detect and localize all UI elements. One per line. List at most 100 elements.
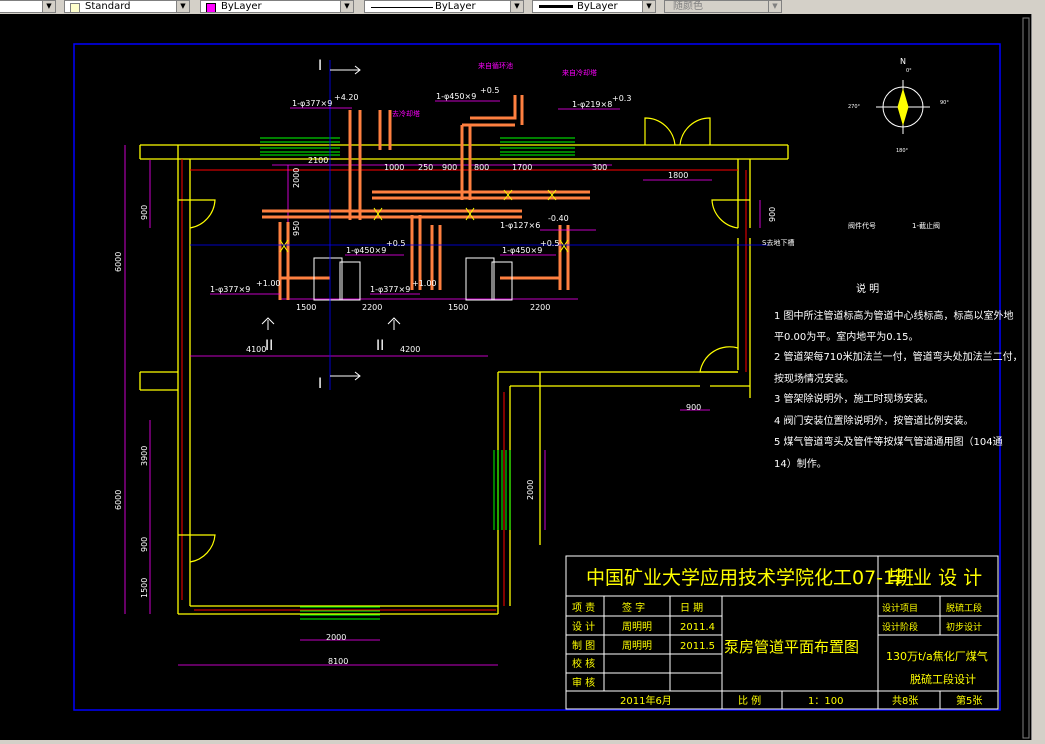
note-1a: 1 图中所注管道标高为管道中心线标高，标高以室外地: [774, 309, 1014, 322]
pipe-label-3: 1-φ219×8: [572, 100, 612, 109]
row-design: 设 计: [572, 620, 595, 633]
toolbar-left-stub[interactable]: ▼: [0, 0, 56, 13]
text-style-icon: [70, 3, 80, 12]
section-mark-top: I: [318, 58, 322, 74]
dim-900-left-bottom: 900: [140, 537, 149, 552]
sign-design: 周明明: [622, 621, 652, 633]
note-5a: 5 煤气管道弯头及管件等按煤气管道通用图（104通: [774, 435, 1003, 448]
chevron-down-icon[interactable]: ▼: [642, 1, 655, 12]
stage-label: 设计阶段: [882, 621, 918, 633]
dim-2200-left: 2200: [362, 303, 382, 312]
chevron-down-icon[interactable]: ▼: [510, 1, 523, 12]
total-sheets: 共8张: [892, 695, 918, 707]
dim-1800: 1800: [668, 171, 688, 180]
plant-line-2: 脱硫工段设计: [910, 672, 976, 686]
pipe-label-2: 1-φ450×9: [436, 92, 476, 101]
pipe-elev-6: +0.5: [540, 239, 559, 248]
dim-2000-bottom: 2000: [326, 633, 346, 642]
building-walls: [139, 144, 789, 615]
angle-270: 270°: [848, 104, 861, 110]
date-draw: 2011.5: [680, 641, 715, 652]
plot-style-value: 随颜色: [673, 1, 703, 12]
dim-900-left-top: 900: [140, 205, 149, 220]
col-date: 日 期: [680, 602, 703, 614]
wall-inner-lines: [181, 159, 747, 611]
dim-900-door: 900: [686, 403, 701, 412]
date-bottom: 2011年6月: [620, 694, 672, 707]
title-project-type: 毕 业 设 计: [888, 567, 982, 589]
color-select[interactable]: ByLayer ▼: [200, 0, 354, 13]
linetype-select[interactable]: ByLayer ▼: [364, 0, 524, 13]
col-sign: 签 字: [622, 601, 645, 614]
pipe-network: [262, 95, 590, 300]
dim-6000-lower: 6000: [114, 490, 123, 510]
command-line[interactable]: [0, 740, 1045, 744]
date-design: 2011.4: [680, 622, 715, 633]
text-style-value: Standard: [85, 1, 131, 12]
section-mark-bottom: I: [318, 376, 322, 392]
vertical-scrollbar[interactable]: [1031, 14, 1045, 740]
color-swatch: [206, 3, 216, 12]
dim-250: 250: [418, 163, 433, 172]
dim-800: 800: [474, 163, 489, 172]
dim-2100: 2100: [308, 156, 328, 165]
scale-value: 1：100: [808, 696, 843, 707]
drawing-svg: 2100 1000 250 900 800 1700 300 1800 2000…: [73, 17, 1030, 739]
dim-3900: 3900: [140, 446, 149, 466]
pipe-label-8: 1-φ377×9: [370, 285, 410, 294]
pipe-label-4: 1-φ127×6: [500, 221, 540, 230]
pipe-label-7: 1-φ377×9: [210, 285, 250, 294]
label-from-recycle: 来自循环池: [478, 61, 513, 70]
sign-draw: 周明明: [622, 640, 652, 652]
dim-4200: 4200: [400, 345, 420, 354]
row-lead: 项 责: [572, 601, 595, 614]
item-label: 设计项目: [882, 602, 918, 614]
chevron-down-icon[interactable]: ▼: [42, 1, 55, 12]
angle-90: 90°: [940, 100, 949, 106]
stage-value: 初步设计: [946, 621, 982, 633]
pipe-label-5: 1-φ450×9: [346, 246, 386, 255]
dim-300: 300: [592, 163, 607, 172]
label-to-pool: 去冷却塔: [392, 109, 420, 118]
dim-1000: 1000: [384, 163, 404, 172]
pipe-elev-1: +4.20: [334, 93, 359, 102]
lineweight-value: ByLayer: [577, 1, 618, 12]
drawing-canvas[interactable]: 2100 1000 250 900 800 1700 300 1800 2000…: [0, 14, 1031, 740]
pipe-elev-4: -0.40: [548, 214, 569, 223]
item-value: 脱硫工段: [946, 602, 982, 614]
angle-0: 0°: [906, 68, 912, 74]
note-4: 4 阀门安装位置除说明外，按管道比例安装。: [774, 414, 974, 427]
north-label: N: [900, 57, 906, 66]
legend-name: 1-截止阀: [912, 221, 940, 230]
label-from-cool: 来自冷却塔: [562, 68, 597, 77]
dim-1500-left-side: 1500: [140, 578, 149, 598]
plant-line-1: 130万t/a焦化厂煤气: [886, 649, 988, 663]
lineweight-preview: [539, 5, 573, 8]
pipe-elev-7: +1.00: [256, 279, 281, 288]
row-check: 校 核: [572, 657, 595, 670]
angle-180: 180°: [896, 148, 909, 154]
chevron-down-icon[interactable]: ▼: [176, 1, 189, 12]
dim-2200-right: 2200: [530, 303, 550, 312]
chevron-down-icon[interactable]: ▼: [768, 1, 781, 12]
dim-900-top: 900: [442, 163, 457, 172]
dim-1500-left: 1500: [296, 303, 316, 312]
note-2a: 2 管道架每710米加法兰一付，管道弯头处加法兰二付，: [774, 350, 1023, 363]
dim-900-right: 900: [768, 207, 777, 222]
legend-code: 阀件代号: [848, 221, 876, 230]
doors: [178, 117, 750, 563]
chevron-down-icon[interactable]: ▼: [340, 1, 353, 12]
dim-2000-pipe: 2000: [292, 168, 301, 188]
lineweight-select[interactable]: ByLayer ▼: [532, 0, 656, 13]
linetype-preview: [371, 7, 433, 8]
pipe-label-6: 1-φ450×9: [502, 246, 542, 255]
row-draw: 制 图: [572, 639, 595, 652]
dim-2000-window: 2000: [526, 480, 535, 500]
pipe-label-1: 1-φ377×9: [292, 99, 332, 108]
drawing-name: 泵房管道平面布置图: [724, 638, 859, 656]
plot-style-select[interactable]: 随颜色 ▼: [664, 0, 782, 13]
sheet-no: 第5张: [956, 694, 982, 707]
pipe-elev-5: +0.5: [386, 239, 405, 248]
pipe-elev-8: +1.00: [412, 279, 437, 288]
text-style-select[interactable]: Standard ▼: [64, 0, 190, 13]
